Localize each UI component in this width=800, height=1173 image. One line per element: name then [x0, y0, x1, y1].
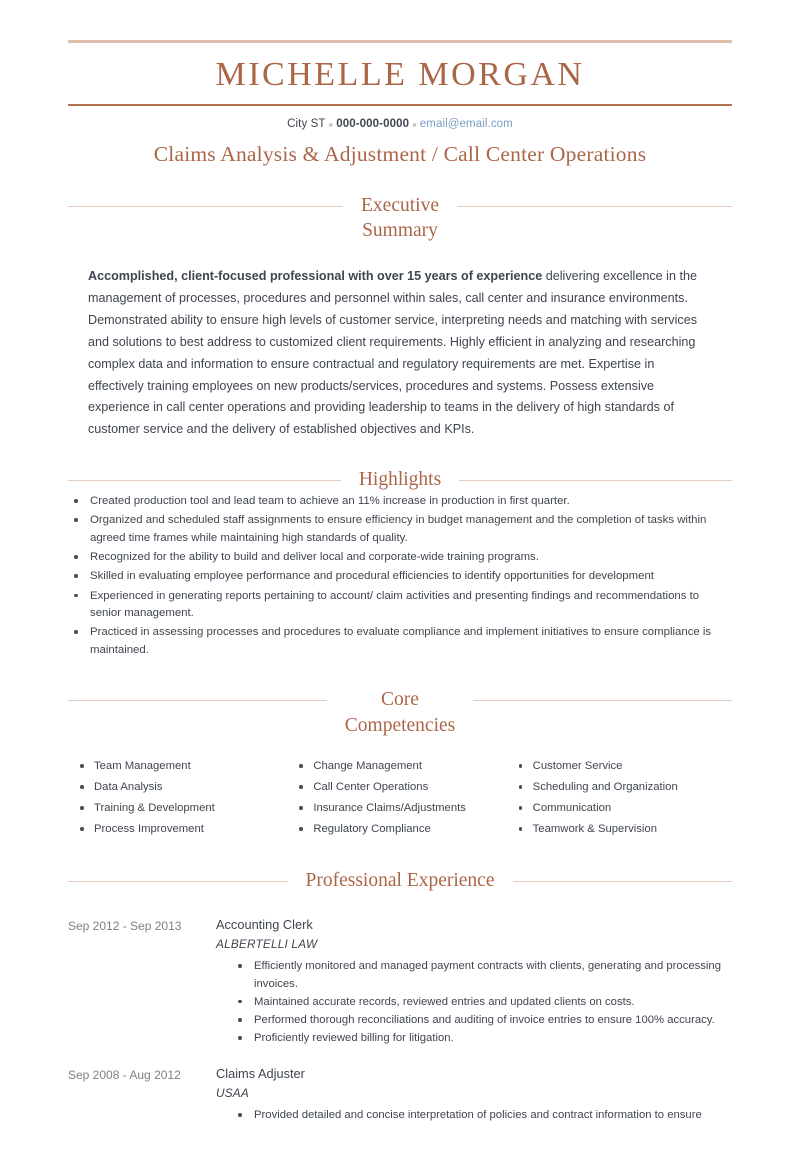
section-heading: Highlights [68, 467, 732, 493]
experience-bullets: Provided detailed and concise interpreta… [216, 1103, 732, 1124]
contact-phone: 000-000-0000 [336, 117, 410, 130]
list-item: Process Improvement [74, 821, 293, 838]
heading-rule-left [68, 881, 288, 883]
list-item: Teamwork & Supervision [513, 821, 732, 838]
list-item: Skilled in evaluating employee performan… [68, 568, 732, 585]
experience-body: Claims Adjuster USAA Provided detailed and… [216, 1065, 732, 1126]
list-item: Team Management [74, 758, 293, 775]
list-item: Proficiently reviewed billing for litiga… [232, 1030, 732, 1047]
heading-rule-right [459, 480, 732, 482]
section-core-competencies: Core Competencies Team Management Data An… [68, 661, 732, 842]
heading-rule-left [68, 699, 327, 701]
competency-list: Change Management Call Center Operations I… [293, 758, 512, 838]
heading-rule-right [512, 881, 733, 883]
heading-rule-right [473, 699, 732, 701]
section-title-summary: Executive Summary [361, 194, 439, 242]
list-item: Recognized for the ability to build and … [68, 549, 732, 566]
resume-page: MICHELLE MORGAN City ST ▪ 000-000-0000 ▪ ema… [0, 40, 800, 1173]
section-heading: Core Competencies [68, 687, 732, 738]
list-item: Training & Development [74, 800, 293, 817]
contact-separator-2: ▪ [412, 116, 417, 132]
list-item: Performed thorough reconciliations and a… [232, 1012, 732, 1029]
list-item: Call Center Operations [293, 779, 512, 796]
list-item: Maintained accurate records, reviewed en… [232, 994, 732, 1011]
competency-list: Customer Service Scheduling and Organizat… [513, 758, 732, 838]
list-item: Regulatory Compliance [293, 821, 512, 838]
section-heading: Professional Experience [68, 868, 733, 894]
section-professional-experience: Professional Experience Sep 2012 - Sep 2… [68, 842, 733, 1126]
experience-body: Accounting Clerk ALBERTELLI LAW Efficientl… [216, 916, 732, 1049]
competency-column-3: Customer Service Scheduling and Organizat… [513, 758, 732, 842]
heading-rule-left [68, 480, 341, 482]
list-item: Practiced in assessing processes and pro… [68, 624, 732, 659]
summary-paragraph: Accomplished, client-focused professiona… [68, 244, 732, 441]
summary-body: delivering excellence in the management … [88, 268, 697, 437]
experience-bullets: Efficiently monitored and managed paymen… [216, 954, 732, 1047]
contact-line: City ST ▪ 000-000-0000 ▪ email@email.com [68, 106, 732, 132]
experience-job-title: Accounting Clerk [216, 916, 313, 932]
contact-email[interactable]: email@email.com [420, 118, 513, 130]
experience-company: ALBERTELLI LAW [216, 937, 318, 952]
list-item: Change Management [293, 758, 512, 775]
experience-job-title: Claims Adjuster [216, 1065, 305, 1081]
list-item: Created production tool and lead team to… [68, 493, 732, 510]
experience-list: Sep 2012 - Sep 2013 Accounting Clerk ALBER… [68, 894, 732, 1126]
section-title-experience: Professional Experience [305, 870, 495, 892]
highlights-list: Created production tool and lead team to… [68, 493, 732, 659]
section-title-competencies: Core Competencies [344, 688, 456, 736]
section-heading: Executive Summary [68, 193, 732, 244]
experience-item: Sep 2008 - Aug 2012 Claims Adjuster USAA Pr… [68, 1065, 732, 1126]
experience-item: Sep 2012 - Sep 2013 Accounting Clerk ALBER… [68, 916, 732, 1049]
experience-company: USAA [216, 1086, 249, 1101]
list-item: Communication [513, 800, 732, 817]
competencies-columns: Team Management Data Analysis Training & D… [68, 738, 732, 842]
list-item: Organized and scheduled staff assignment… [68, 512, 732, 547]
list-item: Experienced in generating reports pertai… [68, 588, 732, 623]
summary-lead: Accomplished, client-focused professiona… [88, 268, 543, 283]
list-item: Scheduling and Organization [513, 779, 732, 796]
section-executive-summary: Executive Summary Accomplished, client-f… [68, 167, 732, 442]
competency-column-2: Change Management Call Center Operations I… [293, 758, 512, 842]
candidate-name: MICHELLE MORGAN [215, 56, 585, 93]
list-item: Efficiently monitored and managed paymen… [232, 958, 732, 993]
list-item: Customer Service [513, 758, 732, 775]
experience-dates: Sep 2012 - Sep 2013 [68, 918, 182, 933]
experience-dates: Sep 2008 - Aug 2012 [68, 1067, 181, 1082]
competency-list: Team Management Data Analysis Training & D… [74, 758, 293, 838]
contact-location: City ST [287, 117, 326, 130]
heading-rule-right [456, 205, 732, 207]
professional-headline: Claims Analysis & Adjustment / Call Cent… [153, 141, 647, 166]
list-item: Provided detailed and concise interpreta… [232, 1107, 732, 1124]
section-title-highlights: Highlights [358, 469, 442, 491]
contact-separator-1: ▪ [328, 116, 334, 132]
heading-rule-left [68, 205, 344, 207]
list-item: Data Analysis [74, 779, 293, 796]
section-highlights: Highlights Created production tool and l… [68, 441, 732, 659]
competency-column-1: Team Management Data Analysis Training & D… [74, 758, 293, 842]
list-item: Insurance Claims/Adjustments [293, 800, 512, 817]
